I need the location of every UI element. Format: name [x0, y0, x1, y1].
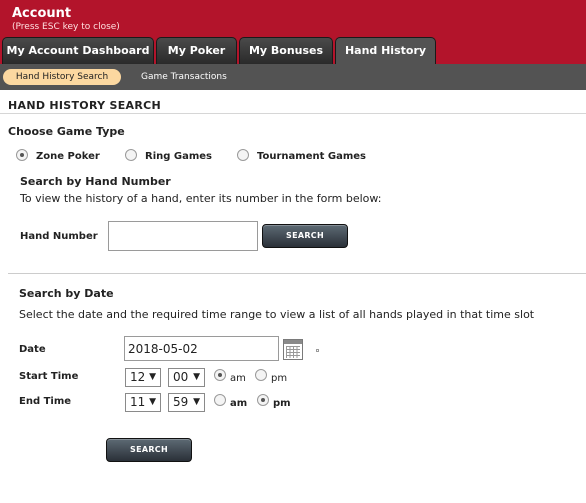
- radio-start-pm[interactable]: [255, 369, 267, 381]
- radio-end-am[interactable]: [214, 394, 226, 406]
- chevron-down-icon: ▼: [149, 372, 156, 382]
- start-minute-select[interactable]: 00 ▼: [168, 368, 205, 387]
- start-minute-value: 00: [173, 370, 189, 384]
- close-hint: (Press ESC key to close): [12, 22, 120, 32]
- hand-number-label: Hand Number: [20, 231, 98, 242]
- tournament-games-label: Tournament Games: [257, 151, 366, 162]
- hand-search-description: To view the history of a hand, enter its…: [20, 192, 382, 205]
- hand-search-title: Search by Hand Number: [20, 175, 171, 188]
- account-title: Account: [12, 6, 72, 21]
- start-am-label: am: [230, 373, 246, 384]
- radio-end-pm[interactable]: [257, 394, 269, 406]
- end-pm-label: pm: [273, 398, 291, 409]
- zone-poker-label: Zone Poker: [36, 151, 100, 162]
- calendar-grid: [286, 346, 300, 358]
- end-am-label: am: [230, 398, 248, 409]
- sub-navigation: Hand History Search Game Transactions: [0, 64, 586, 90]
- end-time-label: End Time: [19, 396, 72, 407]
- section-divider: [8, 273, 586, 274]
- date-search-title: Search by Date: [19, 287, 114, 300]
- hand-search-button[interactable]: SEARCH: [262, 224, 348, 248]
- start-hour-value: 12: [130, 370, 146, 384]
- end-minute-select[interactable]: 59 ▼: [168, 393, 205, 412]
- date-label: Date: [19, 344, 46, 355]
- game-type-label: Choose Game Type: [8, 125, 125, 138]
- radio-start-am[interactable]: [214, 369, 226, 381]
- hand-number-input[interactable]: [108, 221, 258, 251]
- radio-tournament-games[interactable]: [237, 149, 249, 161]
- date-input[interactable]: [124, 336, 279, 361]
- end-hour-select[interactable]: 11 ▼: [125, 393, 161, 412]
- ring-games-label: Ring Games: [145, 151, 212, 162]
- start-pm-label: pm: [271, 373, 288, 384]
- tab-my-poker[interactable]: My Poker: [156, 37, 237, 64]
- date-search-description: Select the date and the required time ra…: [19, 308, 535, 321]
- tab-my-account-dashboard[interactable]: My Account Dashboard: [2, 37, 154, 64]
- chevron-down-icon: ▼: [193, 397, 200, 407]
- start-hour-select[interactable]: 12 ▼: [125, 368, 161, 387]
- tab-hand-history[interactable]: Hand History: [335, 37, 436, 65]
- date-search-button[interactable]: SEARCH: [106, 438, 192, 462]
- account-header: Account (Press ESC key to close) My Acco…: [0, 0, 586, 65]
- end-minute-value: 59: [173, 395, 189, 409]
- end-hour-value: 11: [130, 395, 146, 409]
- tab-my-bonuses[interactable]: My Bonuses: [239, 37, 333, 64]
- radio-zone-poker[interactable]: [16, 149, 28, 161]
- calendar-icon[interactable]: [283, 339, 303, 360]
- start-time-label: Start Time: [19, 371, 79, 382]
- calendar-header-bar: [284, 340, 302, 344]
- subtab-game-transactions[interactable]: Game Transactions: [141, 69, 227, 85]
- chevron-down-icon: ▼: [193, 372, 200, 382]
- chevron-down-icon: ▼: [149, 397, 156, 407]
- subtab-hand-history-search[interactable]: Hand History Search: [3, 69, 121, 85]
- page-title: HAND HISTORY SEARCH: [8, 99, 162, 112]
- radio-ring-games[interactable]: [125, 149, 137, 161]
- title-divider: [0, 113, 586, 114]
- small-square-icon: [316, 349, 319, 352]
